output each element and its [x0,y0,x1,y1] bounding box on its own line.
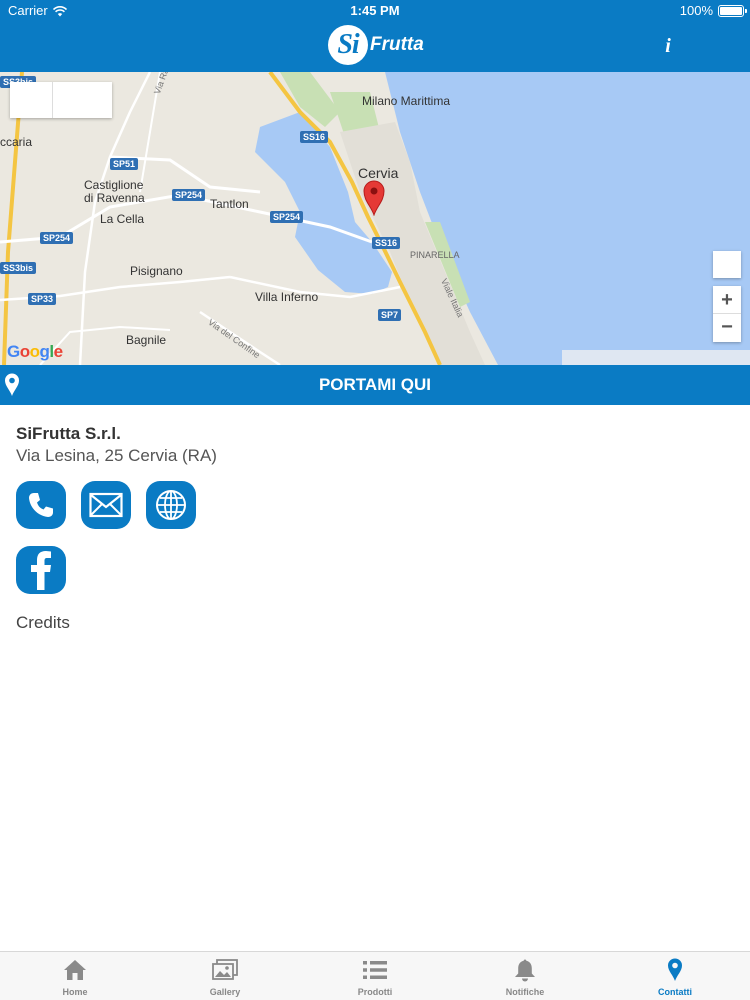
bell-icon [515,959,535,982]
place-label: Cervia [358,165,399,181]
road-shield: SP254 [270,211,304,223]
road-shield: SP254 [172,189,206,201]
road-shield: SS3bis [0,262,37,274]
street-view-button[interactable] [713,251,741,278]
info-button[interactable]: i [656,32,680,60]
battery-icon [718,5,747,17]
zoom-control: + − [713,286,741,342]
tab-label: Notifiche [505,987,545,997]
zoom-in-button[interactable]: + [713,286,741,314]
road-shield: SS16 [372,237,401,249]
email-button[interactable] [81,481,131,529]
navigate-button-label[interactable]: PORTAMI QUI [0,365,750,405]
logo-badge: Si [328,25,368,65]
tab-prodotti[interactable]: Prodotti [300,952,450,1000]
navigate-bar[interactable]: PORTAMI QUI [0,365,750,405]
place-label: Bagnile [126,333,167,347]
mail-icon [89,492,123,518]
website-button[interactable] [146,481,196,529]
zoom-out-button[interactable]: − [713,314,741,342]
location-marker-icon[interactable] [363,180,385,216]
company-name: SiFrutta S.r.l. [16,424,121,443]
tab-bar: Home Gallery Prodotti Notifiche Contatti [0,951,750,1000]
tab-label: Gallery [209,987,241,997]
tab-notifiche[interactable]: Notifiche [450,952,600,1000]
tab-contatti[interactable]: Contatti [600,952,750,1000]
road-shield: SP254 [40,232,74,244]
tab-gallery[interactable]: Gallery [150,952,300,1000]
tab-home[interactable]: Home [0,952,150,1000]
globe-icon [156,490,186,520]
road-shield: SP51 [110,158,139,170]
company-address: Via Lesina, 25 Cervia (RA) [16,446,217,465]
list-icon [363,961,387,979]
google-attribution[interactable]: Google [7,342,63,362]
tab-label: Contatti [658,987,692,997]
phone-icon [29,493,53,517]
home-icon [64,960,86,980]
app-logo: Si Frutta [328,25,424,65]
map-type-control[interactable] [10,82,112,118]
map-pin-icon [668,958,682,981]
app-header: Carrier 1:45 PM 100% Si Frutta i [0,0,750,72]
battery-indicator: 100% [679,0,747,22]
place-label: Pisignano [130,264,183,278]
tab-label: Prodotti [357,987,393,997]
road-shield: SP33 [28,293,57,305]
status-bar: Carrier 1:45 PM 100% [0,0,750,22]
place-label: di Ravenna [84,191,145,205]
facebook-icon [31,551,51,590]
map-view[interactable]: Milano Marittima Cervia PINARELLA Castig… [0,72,750,365]
place-label: PINARELLA [410,250,460,260]
place-label: Villa Inferno [255,290,319,304]
credits-link[interactable]: Credits [16,613,70,633]
gallery-icon [212,959,238,980]
road-shield: SP7 [378,309,402,321]
phone-button[interactable] [16,481,66,529]
place-label: La Cella [100,212,145,226]
road-shield: SS16 [300,131,329,143]
place-label: ccaria [0,135,33,149]
facebook-button[interactable] [16,546,66,594]
tab-label: Home [62,987,88,997]
place-label: Castiglione [84,178,144,192]
logo-text: Frutta [370,34,424,55]
clock: 1:45 PM [350,3,400,18]
place-label: Milano Marittima [362,94,451,108]
place-label: Tantlon [210,197,249,211]
battery-percent: 100% [679,3,713,18]
